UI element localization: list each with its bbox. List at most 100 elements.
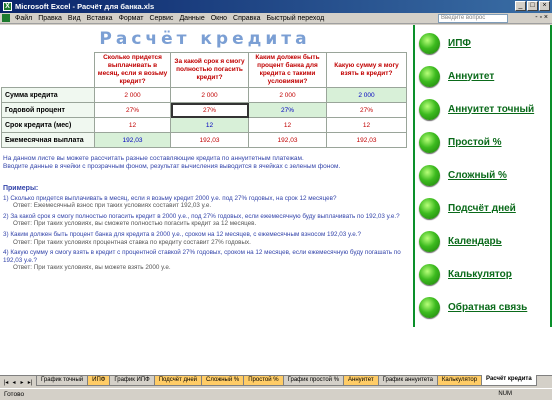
table-cell-selected[interactable]: 27% (170, 102, 249, 118)
menu-edit[interactable]: Правка (35, 15, 65, 22)
nav-link-calendar[interactable]: Календарь (419, 228, 552, 254)
green-button-icon (419, 131, 440, 153)
tab-last-icon[interactable]: ▸| (26, 379, 34, 386)
worksheet: Расчёт кредита Сколько придется выплачив… (0, 25, 552, 375)
header-monthly-payment: Сколько придется выплачивать в месяц, ес… (94, 52, 171, 88)
table-cell[interactable]: 2 000 (248, 87, 327, 103)
instruction-line: Вводите данные в ячейки с прозрачным фон… (3, 163, 341, 170)
table-row: Срок кредита (мес) 12 12 12 12 (1, 117, 407, 133)
example-answer: Ответ: При таких условиях процентная ста… (13, 238, 251, 246)
credit-table: Сколько придется выплачивать в месяц, ес… (1, 52, 407, 148)
sheet-tab[interactable]: ИПФ (87, 376, 111, 386)
maximize-button[interactable]: □ (527, 1, 538, 11)
menu-file[interactable]: Файл (12, 15, 35, 22)
menu-view[interactable]: Вид (65, 15, 84, 22)
workbook-window-controls[interactable]: - ▫ × (535, 14, 548, 21)
nav-link-label: Сложный % (448, 169, 507, 181)
menu-help[interactable]: Справка (230, 15, 263, 22)
table-cell[interactable]: 192,03 (170, 132, 249, 148)
navigation-panel: ИПФ Аннуитет Аннуитет точный Простой % С… (413, 25, 552, 327)
instruction-line: На данном листе вы можете рассчитать раз… (3, 155, 304, 162)
nav-link-calculator[interactable]: Калькулятор (419, 261, 552, 287)
nav-link-label: Обратная связь (448, 301, 528, 313)
corner-cell (2, 53, 95, 88)
example-question: 3) Каким должен быть процент банка для к… (3, 230, 362, 238)
table-row: Сумма кредита 2 000 2 000 2 000 2 000 (1, 87, 407, 103)
example-answer: Ответ: При таких условиях, вы сможете по… (13, 220, 257, 228)
sheet-tab[interactable]: Подсчёт дней (153, 376, 203, 386)
table-cell[interactable]: 27% (94, 102, 171, 118)
menu-format[interactable]: Формат (116, 15, 147, 22)
example-answer: Ответ: При таких условиях, вы можете взя… (13, 264, 171, 272)
example-question: 4) Какую сумму я смогу взять в кредит с … (3, 249, 401, 264)
header-amount: Какую сумму я могу взять в кредит? (326, 52, 407, 88)
sheet-tab[interactable]: График точный (36, 376, 89, 386)
example-answer: Ответ: Ежемесячный взнос при таких услов… (13, 202, 212, 210)
sheet-tab[interactable]: Сложный % (201, 376, 245, 386)
row-label: Срок кредита (мес) (1, 117, 95, 133)
sheet-tab[interactable]: График ИПФ (109, 376, 155, 386)
nav-link-day-count[interactable]: Подсчёт дней (419, 195, 552, 221)
num-lock-indicator: NUM (498, 391, 512, 397)
window-title: Microsoft Excel - Расчёт для банка.xls (15, 2, 155, 11)
row-label: Годовой процент (1, 102, 95, 118)
menu-tools[interactable]: Сервис (146, 15, 176, 22)
menu-quick-jump[interactable]: Быстрый переход (263, 15, 327, 22)
examples-heading: Примеры: (3, 185, 39, 192)
table-cell[interactable]: 12 (326, 117, 407, 133)
nav-link-label: ИПФ (448, 37, 471, 49)
table-cell[interactable]: 27% (326, 102, 407, 118)
nav-link-label: Аннуитет точный (448, 103, 535, 115)
table-cell[interactable]: 12 (94, 117, 171, 133)
tab-prev-icon[interactable]: ◂ (10, 379, 18, 386)
table-cell[interactable]: 12 (170, 117, 249, 133)
menu-insert[interactable]: Вставка (84, 15, 116, 22)
menu-data[interactable]: Данные (176, 15, 207, 22)
sheet-tab-bar: |◂ ◂ ▸ ▸| График точный ИПФ График ИПФ П… (0, 375, 552, 386)
green-button-icon (419, 164, 440, 186)
window-titlebar: X Microsoft Excel - Расчёт для банка.xls… (0, 0, 552, 13)
green-button-icon (419, 98, 440, 120)
sheet-tab-active[interactable]: Расчёт кредита (481, 375, 537, 386)
sheet-tab[interactable]: График простой % (282, 376, 345, 386)
nav-link-annuity-exact[interactable]: Аннуитет точный (419, 96, 552, 122)
minimize-button[interactable]: _ (515, 1, 526, 11)
green-button-icon (419, 263, 440, 285)
status-text: Готово (4, 391, 25, 398)
table-cell[interactable]: 12 (248, 117, 327, 133)
nav-link-compound-interest[interactable]: Сложный % (419, 162, 552, 188)
nav-link-simple-interest[interactable]: Простой % (419, 129, 552, 155)
table-cell[interactable]: 192,03 (94, 132, 171, 148)
nav-link-ipf[interactable]: ИПФ (419, 30, 552, 56)
menu-window[interactable]: Окно (208, 15, 230, 22)
tab-next-icon[interactable]: ▸ (18, 379, 26, 386)
green-button-icon (419, 32, 440, 54)
sheet-tab[interactable]: Аннуитет (343, 376, 379, 386)
table-cell[interactable]: 192,03 (248, 132, 327, 148)
workbook-icon[interactable] (2, 14, 10, 22)
nav-link-label: Калькулятор (448, 268, 512, 280)
table-cell[interactable]: 27% (248, 102, 327, 118)
help-question-input[interactable]: Введите вопрос (438, 14, 508, 23)
table-cell[interactable]: 192,03 (326, 132, 407, 148)
green-button-icon (419, 197, 440, 219)
green-button-icon (419, 296, 440, 318)
close-button[interactable]: × (539, 1, 550, 11)
table-row: Ежемесячная выплата 192,03 192,03 192,03… (1, 132, 407, 148)
nav-link-feedback[interactable]: Обратная связь (419, 294, 552, 320)
table-cell[interactable]: 2 000 (170, 87, 249, 103)
green-button-icon (419, 65, 440, 87)
sheet-tab[interactable]: График аннуитета (377, 376, 438, 386)
nav-link-annuity[interactable]: Аннуитет (419, 63, 552, 89)
table-cell[interactable]: 2 000 (94, 87, 171, 103)
nav-link-label: Простой % (448, 136, 502, 148)
nav-link-label: Подсчёт дней (448, 202, 516, 214)
sheet-tab[interactable]: Калькулятор (436, 376, 483, 386)
header-term: За какой срок я смогу полностью погасить… (170, 52, 249, 88)
tab-first-icon[interactable]: |◂ (2, 379, 10, 386)
table-cell[interactable]: 2 000 (326, 87, 407, 103)
nav-link-label: Календарь (448, 235, 502, 247)
sheet-tab[interactable]: Простой % (243, 376, 284, 386)
instructions: На данном листе вы можете рассчитать раз… (3, 155, 408, 171)
nav-link-label: Аннуитет (448, 70, 495, 82)
